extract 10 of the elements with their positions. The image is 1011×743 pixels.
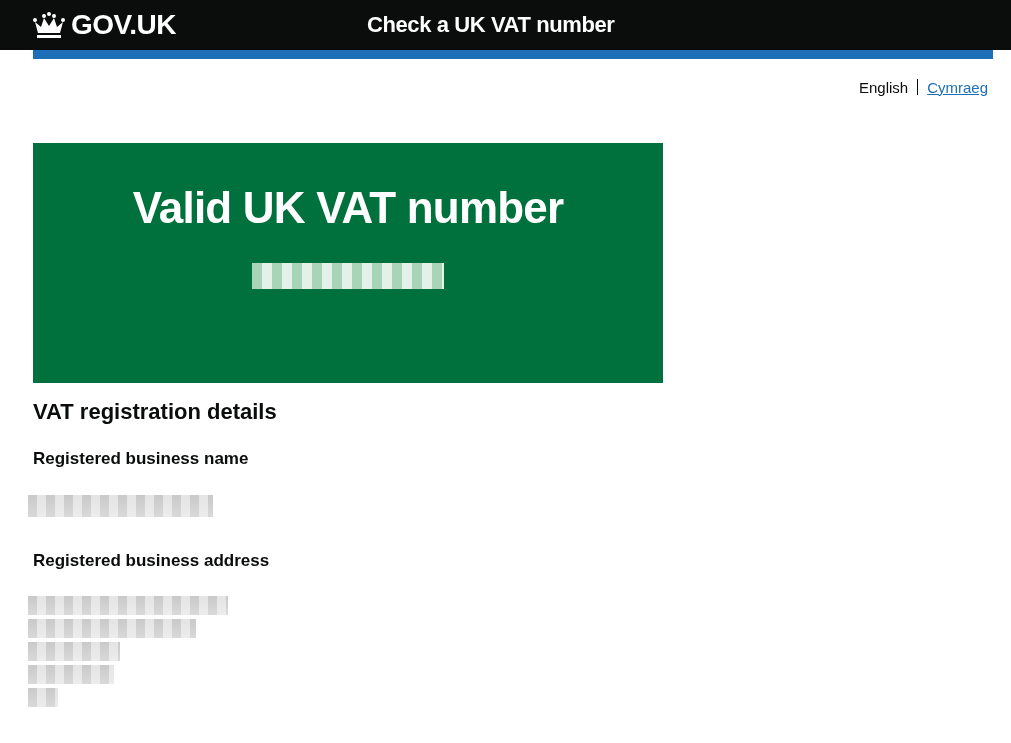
redacted-text (28, 688, 58, 707)
language-link[interactable]: Cymraeg (927, 78, 988, 96)
service-name-link[interactable]: Check a UK VAT number (367, 12, 615, 38)
language-current: English (858, 78, 909, 96)
panel-title: Valid UK VAT number (132, 183, 564, 233)
govuk-logo-link[interactable]: GOV.UK (71, 9, 176, 41)
field-label: Registered business name (33, 449, 250, 469)
field-label: Registered business address (33, 551, 271, 571)
section-heading: VAT registration details (33, 399, 278, 425)
crown-icon (33, 11, 65, 39)
